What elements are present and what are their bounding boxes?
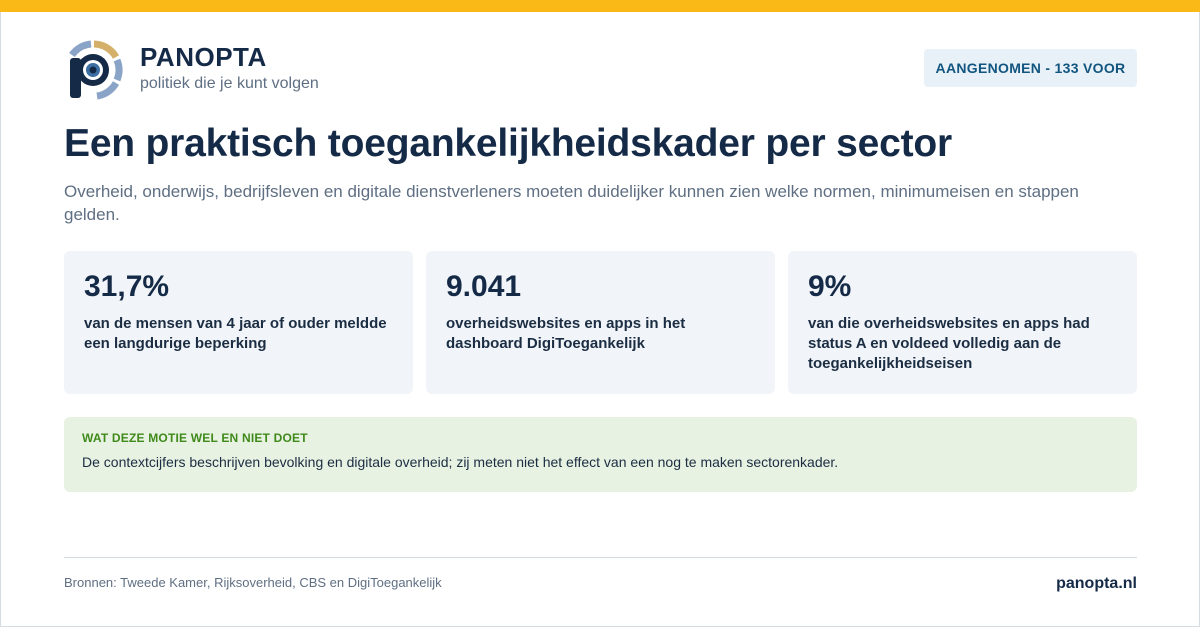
stat-label: overheidswebsites en apps in het dashboa… bbox=[446, 315, 686, 352]
note-text: De contextcijfers beschrijven bevolking … bbox=[82, 454, 839, 470]
brand-tagline: politiek die je kunt volgen bbox=[140, 75, 319, 92]
brand-name: PANOPTA bbox=[140, 42, 267, 72]
site-link[interactable]: panopta.nl bbox=[1056, 575, 1137, 593]
page-title: Een praktisch toegankelijkheidskader per… bbox=[64, 122, 952, 165]
sources-text: Bronnen: Tweede Kamer, Rijksoverheid, CB… bbox=[64, 575, 442, 590]
info-note: WAT DEZE MOTIE WEL EN NIET DOET De conte… bbox=[64, 417, 1137, 492]
stat-card: 31,7% van de mensen van 4 jaar of ouder … bbox=[64, 251, 413, 394]
stat-card: 9% van die overheidswebsites en apps had… bbox=[788, 251, 1137, 394]
stat-value: 9% bbox=[808, 270, 852, 303]
top-accent-bar bbox=[0, 0, 1200, 12]
brand[interactable]: PANOPTA politiek die je kunt volgen bbox=[64, 40, 319, 100]
stat-label: van de mensen van 4 jaar of ouder meldde… bbox=[84, 315, 387, 352]
stat-label: van die overheidswebsites en apps had st… bbox=[808, 315, 1090, 372]
page-subtitle: Overheid, onderwijs, bedrijfsleven en di… bbox=[64, 182, 1079, 224]
footer-divider bbox=[64, 557, 1137, 558]
eye-logo-icon bbox=[69, 40, 123, 100]
status-badge: AANGENOMEN - 133 VOOR bbox=[924, 49, 1137, 87]
note-title: WAT DEZE MOTIE WEL EN NIET DOET bbox=[82, 431, 308, 445]
stat-value: 9.041 bbox=[446, 270, 522, 303]
stats-row: 31,7% van de mensen van 4 jaar of ouder … bbox=[64, 251, 1137, 394]
stat-card: 9.041 overheidswebsites en apps in het d… bbox=[426, 251, 775, 394]
stat-value: 31,7% bbox=[84, 270, 170, 303]
